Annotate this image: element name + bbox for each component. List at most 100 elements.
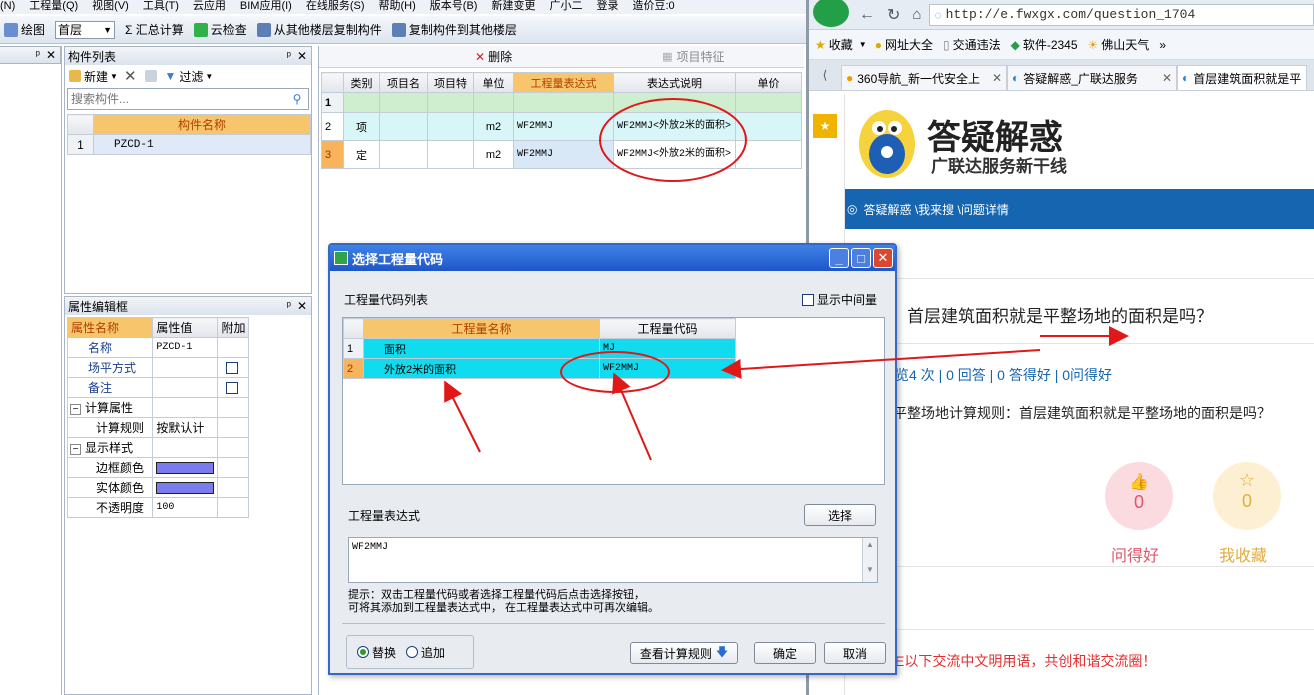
home-icon[interactable]: ⌂ (912, 6, 921, 23)
feature-button[interactable]: 项目特征 (676, 48, 724, 65)
close-icon[interactable]: ✕ (297, 299, 307, 313)
menu-guang-xiaoer[interactable]: 广小二 (549, 0, 582, 12)
checkbox[interactable] (226, 362, 239, 375)
menu-bim[interactable]: BIM应用(I) (240, 0, 292, 12)
table-row[interactable]: 边框颜色 (66, 457, 249, 478)
menu-item[interactable]: (N) (0, 0, 15, 12)
copy-to-floor-button[interactable]: 复制构件到其他楼层 (391, 21, 517, 38)
pin-icon[interactable]: ᵖ (287, 300, 291, 312)
close-icon[interactable]: ✕ (1162, 71, 1172, 85)
replace-radio[interactable] (357, 646, 369, 658)
menu-help[interactable]: 帮助(H) (379, 0, 416, 12)
component-table: 构件名称 1 PZCD-1 (67, 114, 311, 155)
cloud-check-button[interactable]: 云检查 (193, 21, 247, 38)
favorite-star-icon[interactable]: ★ (813, 114, 837, 138)
menu-view[interactable]: 视图(V) (92, 0, 129, 12)
draw-button[interactable]: 绘图 (4, 21, 45, 38)
table-row[interactable]: 1 (321, 92, 802, 113)
table-row[interactable]: − 计算属性 (66, 397, 249, 418)
close-icon[interactable]: ✕ (46, 48, 56, 62)
nav-panel-header: ᵖ ✕ (0, 46, 61, 64)
dialog-titlebar: 选择工程量代码 _ □ ✕ (330, 245, 895, 271)
star-outline-icon: ☆ (1238, 470, 1256, 490)
chevron-down-icon[interactable]: ▼ (205, 72, 213, 81)
browser-tab[interactable]: ◐ 答疑解惑_广联达服务 ✕ (1007, 64, 1177, 90)
table-row[interactable]: 不透明度 100 (66, 497, 249, 518)
chevron-down-icon[interactable]: ▼ (859, 40, 867, 49)
main-toolbar: 绘图 首层 ▼ Σ 汇总计算 云检查 从其他楼层复制构件 复制构件到其他楼层 (0, 16, 806, 44)
collapse-icon[interactable]: − (70, 404, 81, 415)
app-icon (334, 251, 348, 265)
minimize-button[interactable]: _ (829, 248, 849, 268)
menu-online[interactable]: 在线服务(S) (306, 0, 365, 12)
table-row[interactable]: 场平方式 (66, 357, 249, 378)
menu-quantity[interactable]: 工程量(Q) (29, 0, 78, 12)
more-icon[interactable]: » (1159, 38, 1166, 52)
append-radio[interactable] (406, 646, 419, 658)
browser-tab[interactable]: ● 360导航_新一代安全上 ✕ (841, 64, 1007, 90)
expression-field[interactable]: WF2MMJ ▲ ▼ (348, 537, 878, 583)
delete-icon[interactable]: ✕ (124, 67, 137, 85)
table-row[interactable]: 2 外放2米的面积 WF2MMJ (343, 358, 736, 379)
refresh-icon[interactable]: ↻ (887, 5, 900, 25)
sum-button[interactable]: Σ 汇总计算 (125, 21, 184, 38)
scroll-down-icon[interactable]: ▼ (863, 565, 877, 574)
back-icon[interactable]: ← (859, 6, 875, 24)
menu-cloud[interactable]: 云应用 (193, 0, 226, 12)
menu-version[interactable]: 版本号(B) (430, 0, 478, 12)
tab-favicon-icon: ◐ (1012, 71, 1020, 85)
close-icon[interactable]: ✕ (297, 49, 307, 63)
menu-tools[interactable]: 工具(T) (143, 0, 179, 12)
search-input[interactable] (68, 89, 286, 109)
table-row[interactable]: 1 PZCD-1 (67, 134, 311, 155)
bookmark-item[interactable]: 网址大全 (885, 36, 933, 53)
border-color-swatch[interactable] (156, 461, 215, 474)
scroll-up-icon[interactable]: ▲ (863, 540, 877, 549)
delete-button[interactable]: 删除 (488, 48, 512, 65)
menu-login[interactable]: 登录 (596, 0, 618, 12)
collapse-icon[interactable]: − (70, 444, 81, 455)
checkbox[interactable] (226, 382, 239, 395)
bookmark-item[interactable]: 软件-2345 (1023, 36, 1078, 53)
table-row[interactable]: 名称 PZCD-1 (66, 337, 249, 358)
table-row[interactable]: 备注 (66, 377, 249, 398)
fill-color-swatch[interactable] (156, 481, 215, 494)
show-intermediate-option[interactable]: 显示中间量 (802, 291, 877, 308)
checkbox[interactable] (802, 293, 814, 306)
cloud-check-icon (193, 22, 208, 37)
bookmark-item[interactable]: 佛山天气 (1101, 36, 1149, 53)
floor-select[interactable]: 首层 ▼ (55, 20, 116, 39)
scrollbar[interactable]: ▲ ▼ (862, 538, 877, 582)
table-row[interactable]: 计算规则 按默认计 (66, 417, 249, 438)
maximize-button[interactable]: □ (851, 248, 871, 268)
table-row[interactable]: − 显示样式 (66, 437, 249, 458)
browser-tab-active[interactable]: ◐ 首层建筑面积就是平 (1177, 64, 1307, 90)
cancel-button[interactable]: 取消 (824, 642, 886, 664)
pin-icon[interactable]: ᵖ (36, 49, 40, 61)
pin-icon[interactable]: ᵖ (287, 50, 291, 62)
search-icon[interactable]: ⚲ (286, 92, 308, 106)
select-button[interactable]: 选择 (804, 504, 876, 526)
url-text: http://e.fwxgx.com/question_1704 (945, 7, 1196, 22)
new-button[interactable]: 新建 (84, 68, 108, 85)
view-rule-button[interactable]: 查看计算规则 🡇 (630, 642, 738, 664)
address-field[interactable]: ◌ http://e.fwxgx.com/question_1704 (929, 3, 1314, 26)
table-row[interactable]: 实体颜色 (66, 477, 249, 498)
close-button[interactable]: ✕ (873, 248, 893, 268)
favorite-button[interactable]: ☆ 0 (1213, 462, 1281, 530)
ok-button[interactable]: 确定 (754, 642, 816, 664)
close-icon[interactable]: ✕ (992, 71, 1002, 85)
column-header: 属性值 (152, 317, 219, 338)
column-header: 单位 (473, 72, 514, 93)
bookmark-item[interactable]: 收藏 (829, 36, 853, 53)
table-row[interactable]: 1 面积 MJ (343, 338, 736, 359)
divider (845, 629, 1314, 630)
like-button[interactable]: 👍 0 (1105, 462, 1173, 530)
bookmark-item[interactable]: 交通违法 (953, 36, 1001, 53)
filter-button[interactable]: 过滤 (179, 68, 203, 85)
copy-from-floor-button[interactable]: 从其他楼层复制构件 (256, 21, 382, 38)
menu-new-change[interactable]: 新建变更 (491, 0, 535, 12)
tab-list-icon[interactable]: ⟨ (809, 68, 841, 82)
chevron-down-icon[interactable]: ▼ (110, 72, 118, 81)
copy-icon[interactable] (144, 70, 157, 82)
